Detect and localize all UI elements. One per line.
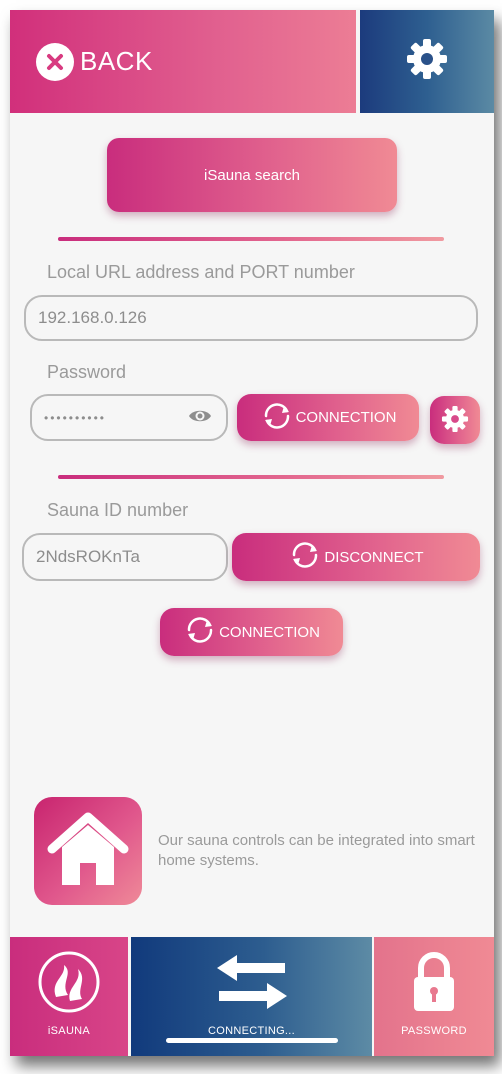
tab-password-label: PASSWORD xyxy=(401,1025,467,1037)
divider xyxy=(58,475,444,479)
settings-button[interactable] xyxy=(360,10,494,113)
local-url-label: Local URL address and PORT number xyxy=(47,262,355,282)
disconnect-label: DISCONNECT xyxy=(324,548,424,566)
gear-icon xyxy=(440,404,470,437)
app-screen: BACK iSauna search Local URL address and… xyxy=(10,10,494,1056)
smart-home-text: Our sauna controls can be integrated int… xyxy=(158,832,475,869)
sauna-id-input[interactable]: 2NdsROKnTa xyxy=(22,533,228,581)
lock-icon xyxy=(411,951,457,1013)
local-url-value: 192.168.0.126 xyxy=(38,308,147,327)
divider xyxy=(58,237,444,241)
smart-home-button[interactable] xyxy=(34,797,142,905)
isauna-logo-icon xyxy=(38,951,100,1013)
swap-arrows-icon xyxy=(213,951,291,1013)
sauna-id-label: Sauna ID number xyxy=(47,500,189,520)
local-connection-label: CONNECTION xyxy=(295,409,397,426)
tab-connecting-label: CONNECTING... xyxy=(207,1025,295,1037)
tab-isauna-label: iSAUNA xyxy=(47,1025,91,1037)
back-label: BACK xyxy=(80,46,153,76)
tab-isauna[interactable]: iSAUNA xyxy=(10,937,128,1056)
local-url-input[interactable]: 192.168.0.126 xyxy=(24,295,478,341)
password-value: •••••••••• xyxy=(44,410,107,425)
password-label: Password xyxy=(47,362,127,382)
header: BACK xyxy=(10,10,494,113)
isauna-search-button[interactable]: iSauna search xyxy=(107,138,397,212)
tab-password[interactable]: PASSWORD xyxy=(374,937,494,1056)
disconnect-button[interactable]: DISCONNECT xyxy=(232,533,480,581)
refresh-icon xyxy=(288,538,322,576)
sauna-id-value: 2NdsROKnTa xyxy=(36,547,140,566)
eye-icon[interactable] xyxy=(188,408,212,427)
password-input[interactable]: •••••••••• xyxy=(30,394,228,441)
refresh-icon xyxy=(260,399,294,437)
refresh-icon xyxy=(183,613,217,651)
gear-icon xyxy=(404,36,450,87)
house-icon xyxy=(46,809,130,894)
back-button[interactable]: BACK xyxy=(10,10,356,113)
remote-connection-button[interactable]: CONNECTION xyxy=(160,608,343,656)
local-connection-button[interactable]: CONNECTION xyxy=(237,394,419,441)
home-indicator xyxy=(166,1038,338,1043)
remote-connection-label: CONNECTION xyxy=(219,623,320,641)
local-settings-button[interactable] xyxy=(430,396,480,444)
close-circle-icon xyxy=(36,42,74,81)
